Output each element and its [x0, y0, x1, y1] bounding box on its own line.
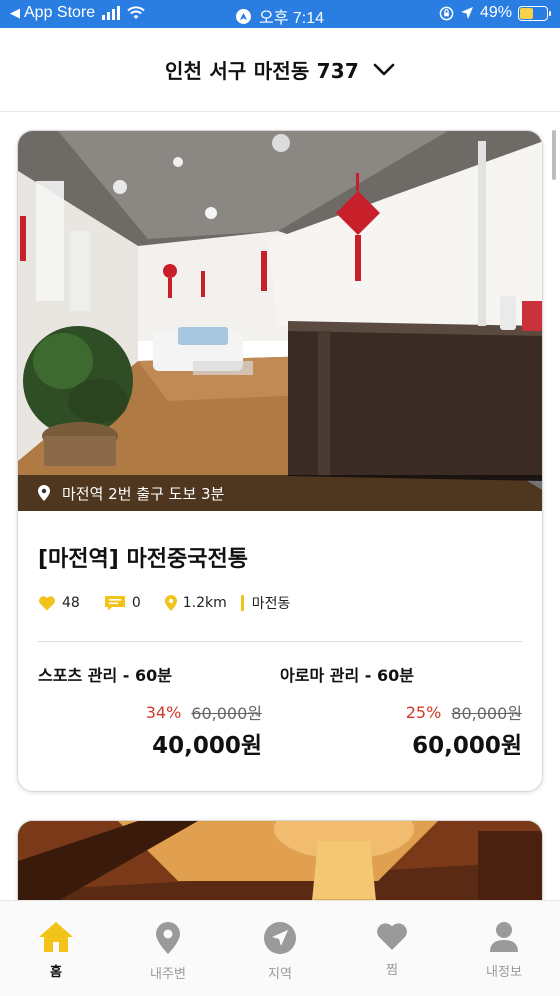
- tab-home[interactable]: 홈: [0, 901, 112, 996]
- area-divider: [240, 595, 244, 611]
- location-arrow-icon: [460, 7, 473, 19]
- price-discount-row: 34% 60,000원: [146, 700, 262, 724]
- listing-feed[interactable]: 마전역 2번 출구 도보 3분 [마전역] 마전중국전통 48 0 1.2km …: [0, 112, 560, 900]
- listing-card[interactable]: [17, 820, 543, 900]
- tab-label: 지역: [268, 967, 292, 982]
- home-icon: [39, 922, 73, 952]
- orientation-lock-icon: [439, 6, 454, 20]
- map-pin-icon: [38, 485, 50, 501]
- price-list: 스포츠 관리 - 60분 34% 60,000원 40,000원 아로마 관리 …: [38, 662, 522, 759]
- location-note: 마전역 2번 출구 도보 3분: [62, 484, 225, 503]
- shop-interior-image: [18, 131, 542, 511]
- final-price: 40,000원: [152, 733, 262, 759]
- location-services-icon: [236, 8, 251, 24]
- location-note-bar: 마전역 2번 출구 도보 3분: [18, 475, 542, 511]
- map-pin-icon: [156, 922, 180, 954]
- battery-percent: 49%: [479, 4, 512, 21]
- status-right: 49%: [439, 4, 551, 22]
- signal-icon: [102, 6, 121, 20]
- status-time: 오후 7:14: [259, 10, 325, 27]
- reviews-count: 0: [131, 595, 141, 611]
- chevron-down-icon[interactable]: [373, 63, 395, 77]
- status-bar: ◀ App Store 오후 7:14 49%: [0, 0, 560, 28]
- status-left: ◀ App Store: [10, 4, 145, 22]
- divider: [38, 641, 522, 642]
- tab-label: 홈: [50, 965, 62, 980]
- likes-stat: 48: [38, 595, 80, 611]
- likes-count: 48: [62, 595, 80, 611]
- battery-icon: [518, 5, 551, 21]
- discount-rate: 25%: [405, 702, 442, 722]
- wifi-icon: [127, 6, 145, 19]
- status-center: 오후 7:14: [236, 4, 324, 28]
- tab-label: 내정보: [486, 965, 522, 980]
- original-price: 80,000원: [451, 704, 522, 723]
- scrollbar[interactable]: [552, 130, 556, 180]
- heart-icon: [377, 923, 407, 950]
- map-pin-icon: [164, 595, 177, 611]
- listing-card[interactable]: 마전역 2번 출구 도보 3분 [마전역] 마전중국전통 48 0 1.2km …: [17, 130, 543, 792]
- tab-nearby[interactable]: 내주변: [112, 901, 224, 996]
- reviews-stat: 0: [104, 595, 141, 611]
- comment-icon: [104, 596, 125, 611]
- original-price: 60,000원: [191, 704, 262, 723]
- back-arrow-icon[interactable]: ◀: [10, 5, 20, 21]
- price-option-name: 아로마 관리 - 60분: [280, 666, 414, 685]
- heart-icon: [39, 596, 55, 611]
- shop-interior-image: [18, 821, 542, 900]
- tab-my-info[interactable]: 내정보: [448, 901, 560, 996]
- price-option[interactable]: 아로마 관리 - 60분 25% 80,000원 60,000원: [280, 662, 522, 759]
- person-icon: [490, 922, 518, 952]
- price-option-name: 스포츠 관리 - 60분: [38, 666, 172, 685]
- back-app-label[interactable]: App Store: [24, 4, 95, 22]
- shop-photo[interactable]: 마전역 2번 출구 도보 3분: [18, 131, 542, 511]
- final-price: 60,000원: [412, 733, 522, 759]
- bottom-tab-bar: 홈 내주변 지역 찜 내정보: [0, 900, 560, 996]
- area-label: 마전동: [251, 596, 291, 612]
- shop-stats: 48 0 1.2km 마전동: [38, 593, 522, 613]
- tab-favorites[interactable]: 찜: [336, 901, 448, 996]
- tab-label: 내주변: [150, 967, 186, 982]
- shop-name[interactable]: [마전역] 마전중국전통: [38, 541, 522, 573]
- price-option[interactable]: 스포츠 관리 - 60분 34% 60,000원 40,000원: [38, 662, 280, 759]
- tab-label: 찜: [386, 963, 398, 978]
- discount-rate: 34%: [145, 702, 182, 722]
- shop-photo[interactable]: [18, 821, 542, 900]
- price-discount-row: 25% 80,000원: [406, 700, 522, 724]
- card-body: [마전역] 마전중국전통 48 0 1.2km 마전동 스포츠 관리 - 60분…: [18, 511, 542, 759]
- tab-region[interactable]: 지역: [224, 901, 336, 996]
- location-title[interactable]: 인천 서구 마전동 737: [165, 55, 359, 84]
- location-header[interactable]: 인천 서구 마전동 737: [0, 28, 560, 112]
- navigation-icon: [264, 922, 296, 954]
- distance-stat: 1.2km: [164, 595, 227, 611]
- distance-value: 1.2km: [182, 595, 227, 611]
